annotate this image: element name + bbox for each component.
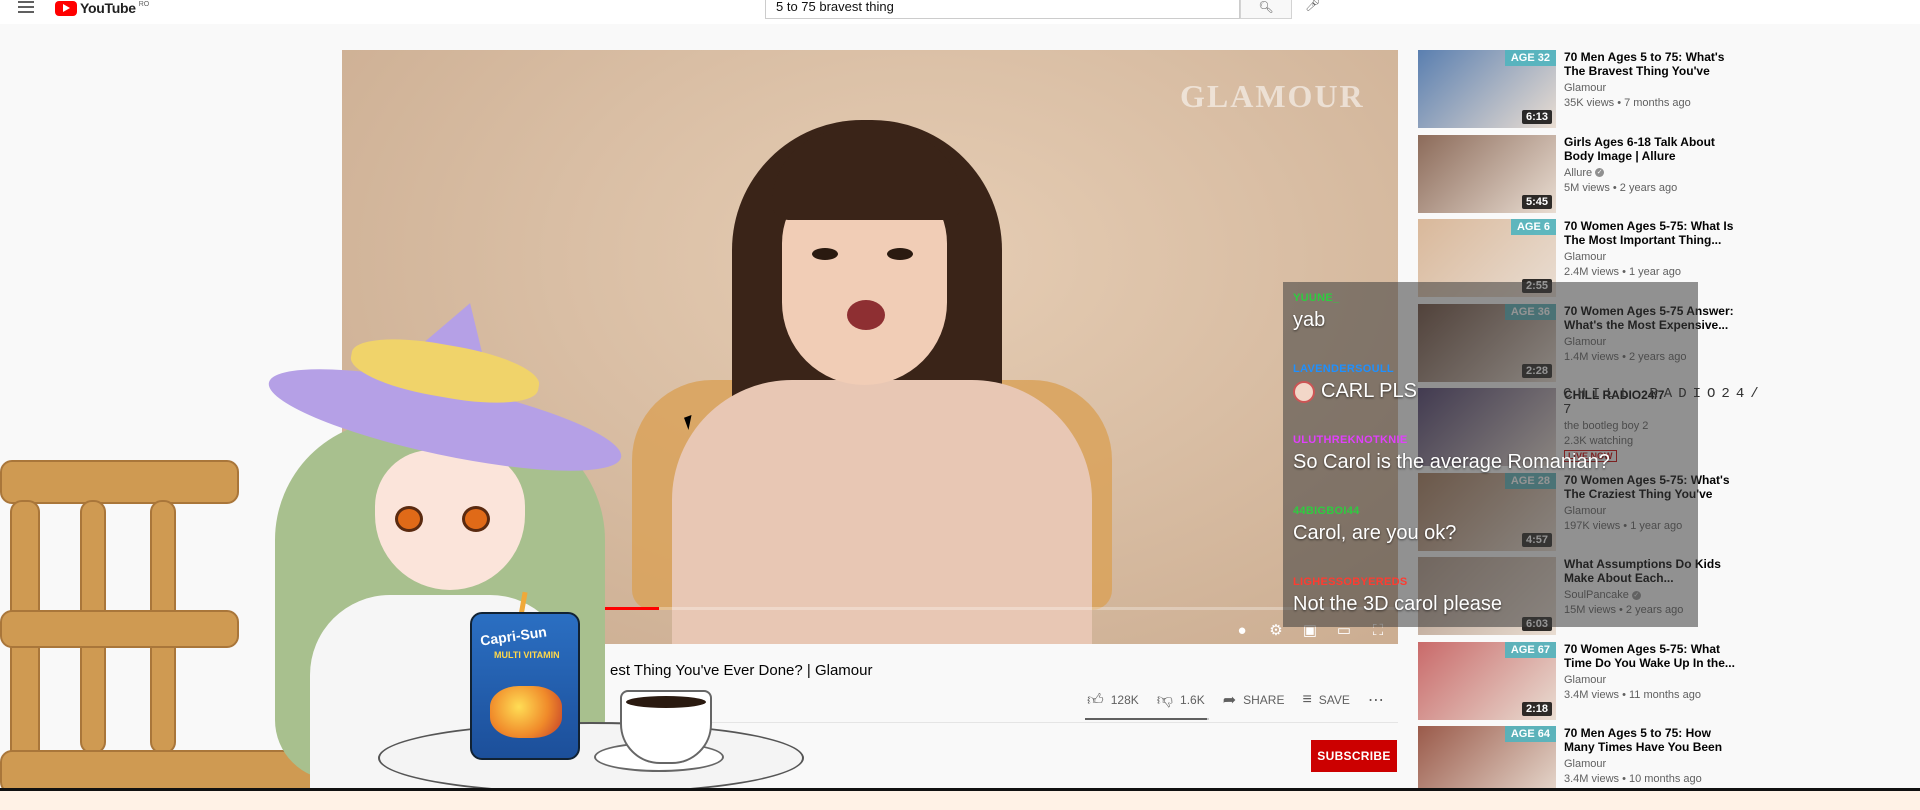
more-actions-button[interactable]: ⋯ [1368, 690, 1384, 710]
autoplay-toggle-icon[interactable]: ● [1232, 622, 1252, 639]
vtuber-eye [462, 506, 490, 532]
chat-text: Not the 3D carol please [1293, 593, 1503, 615]
video-frame-sweater [672, 380, 1092, 644]
recommended-video[interactable]: AGE 67 2:18 70 Women Ages 5-75: What Time … [1418, 641, 1738, 720]
channel-name[interactable]: Allure ✓ [1564, 167, 1605, 179]
chat-username: ULUTHREKNOTKNIE [1293, 434, 1408, 446]
subscribe-button[interactable]: SUBSCRIBE [1311, 740, 1397, 772]
coffee-cup-icon [620, 690, 712, 764]
video-frame-mouth [847, 300, 885, 330]
chat-emote-icon [1293, 380, 1315, 403]
sentiment-bar [1085, 718, 1209, 720]
chat-message: YUUNE_yab [1293, 292, 1339, 332]
recommended-video[interactable]: 5:45 Girls Ages 6-18 Talk About Body Imag… [1418, 134, 1738, 213]
video-thumbnail[interactable]: AGE 32 6:13 [1418, 50, 1556, 128]
duration-badge: 6:13 [1521, 110, 1552, 124]
view-meta: 5M views • 2 years ago [1564, 181, 1678, 194]
channel-name[interactable]: Glamour [1564, 758, 1606, 770]
chat-message: LAVENDERSOULL CARL PLS [1293, 363, 1417, 403]
duration-badge: 5:45 [1521, 194, 1552, 209]
youtube-logo[interactable]: YouTube RO [55, 0, 149, 16]
thumbs-up-icon: 👍︎ [1087, 691, 1104, 709]
round-table [378, 722, 804, 794]
video-frame-eye [887, 248, 913, 260]
view-meta: 2.4M views • 1 year ago [1564, 266, 1681, 278]
chat-message: 44BIGBOI44 Carol, are you ok? [1293, 505, 1456, 545]
video-frame-eye [812, 248, 838, 260]
channel-name[interactable]: Glamour [1564, 674, 1606, 686]
share-arrow-icon: ➦ [1222, 692, 1237, 709]
pouch-brand: Capri-Sun [479, 623, 548, 649]
age-badge: AGE 32 [1504, 50, 1556, 66]
recommended-title[interactable]: Girls Ages 6-18 Talk About Body Image | … [1564, 135, 1736, 163]
chair-overlay [0, 460, 364, 810]
duration-badge: 2:18 [1521, 701, 1552, 716]
view-meta: 3.4M views • 11 months ago [1564, 688, 1701, 701]
age-badge: AGE 6 [1510, 219, 1556, 235]
chat-username: YUUNE_ [1293, 292, 1340, 304]
share-label: SHARE [1243, 693, 1285, 707]
view-meta: 3.4M views • 10 months ago [1564, 773, 1702, 785]
sentiment-fill [1085, 718, 1208, 720]
chat-text: yab [1293, 309, 1326, 331]
chill-radio-overlay-text: CHILL RADIO24/7 [1563, 386, 1765, 418]
chat-message: ULUTHREKNOTKNIE So Carol is the average R… [1293, 434, 1610, 474]
dislike-button[interactable]: 👎︎ 1.6K [1157, 691, 1205, 710]
video-thumbnail[interactable]: 5:45 [1418, 134, 1556, 213]
like-button[interactable]: 👍︎ 128K [1087, 691, 1139, 710]
video-actions: 👍︎ 128K 👎︎ 1.6K ➦ SHARE ≡ SAVE ⋯ [1087, 690, 1384, 710]
view-meta: 35K views • 7 months ago [1564, 97, 1691, 109]
chat-username: LAVENDERSOULL [1293, 363, 1394, 375]
age-badge: AGE 67 [1504, 641, 1556, 658]
glamour-watermark: GLAMOUR [1180, 78, 1365, 114]
channel-name[interactable]: Glamour [1564, 251, 1606, 263]
logo-wordmark: YouTube [80, 0, 136, 16]
fruit-icon [490, 686, 562, 738]
logo-region: RO [138, 0, 150, 8]
verified-check-icon: ✓ [1595, 168, 1605, 178]
chat-text: So Carol is the average Romanian? [1293, 451, 1610, 473]
menu-icon[interactable] [18, 1, 34, 13]
thumbs-down-icon: 👎︎ [1156, 691, 1174, 709]
bottom-decor-strip [0, 788, 1920, 810]
save-label: SAVE [1318, 693, 1350, 707]
channel-name[interactable]: Glamour [1564, 82, 1606, 94]
search-button[interactable]: 🔍︎ [1240, 0, 1292, 19]
chair-rail [0, 460, 239, 504]
chat-text: CARL PLS [1293, 380, 1417, 403]
recommended-title[interactable]: 70 Men Ages 5 to 75: How Many Times Have… [1564, 726, 1736, 754]
mic-icon[interactable]: 🎤︎ [1305, 0, 1320, 14]
dislike-count: 1.6K [1180, 693, 1205, 707]
share-button[interactable]: ➦ SHARE [1223, 690, 1285, 710]
like-count: 128K [1110, 693, 1139, 707]
more-dots-icon: ⋯ [1367, 692, 1384, 709]
top-bar: YouTube RO 5 to 75 bravest thing 🔍︎ 🎤︎ [0, 0, 1920, 24]
juice-pouch: Capri-Sun MULTI VITAMIN [470, 612, 580, 760]
search-icon: 🔍︎ [1258, 0, 1274, 14]
recommended-title[interactable]: 70 Women Ages 5-75: What Time Do You Wak… [1564, 642, 1736, 670]
add-to-playlist-icon: ≡ [1302, 691, 1312, 708]
recommended-title[interactable]: 70 Women Ages 5-75: What Is The Most Imp… [1564, 219, 1736, 247]
video-thumbnail[interactable]: AGE 67 2:18 [1418, 641, 1556, 720]
chat-username: LIGHESSOBYEREDS [1293, 576, 1408, 588]
recommended-video[interactable]: AGE 32 6:13 70 Men Ages 5 to 75: What's Th… [1418, 50, 1738, 128]
chair-rail [0, 610, 239, 648]
chat-message: LIGHESSOBYEREDS Not the 3D carol please [1293, 576, 1502, 616]
youtube-play-icon [55, 0, 77, 16]
search-input[interactable]: 5 to 75 bravest thing [765, 0, 1240, 19]
chat-text: Carol, are you ok? [1293, 522, 1457, 544]
age-badge: AGE 64 [1504, 726, 1556, 742]
chat-username: 44BIGBOI44 [1293, 505, 1360, 517]
video-title: est Thing You've Ever Done? | Glamour [610, 662, 873, 679]
pouch-sub: MULTI VITAMIN [494, 650, 560, 660]
recommended-title[interactable]: 70 Men Ages 5 to 75: What's The Bravest … [1564, 50, 1736, 78]
chat-overlay: YUUNE_yab LAVENDERSOULL CARL PLS ULUTHREKNO… [1283, 282, 1698, 627]
save-button[interactable]: ≡ SAVE [1302, 691, 1349, 709]
vtuber-eye [395, 506, 423, 532]
